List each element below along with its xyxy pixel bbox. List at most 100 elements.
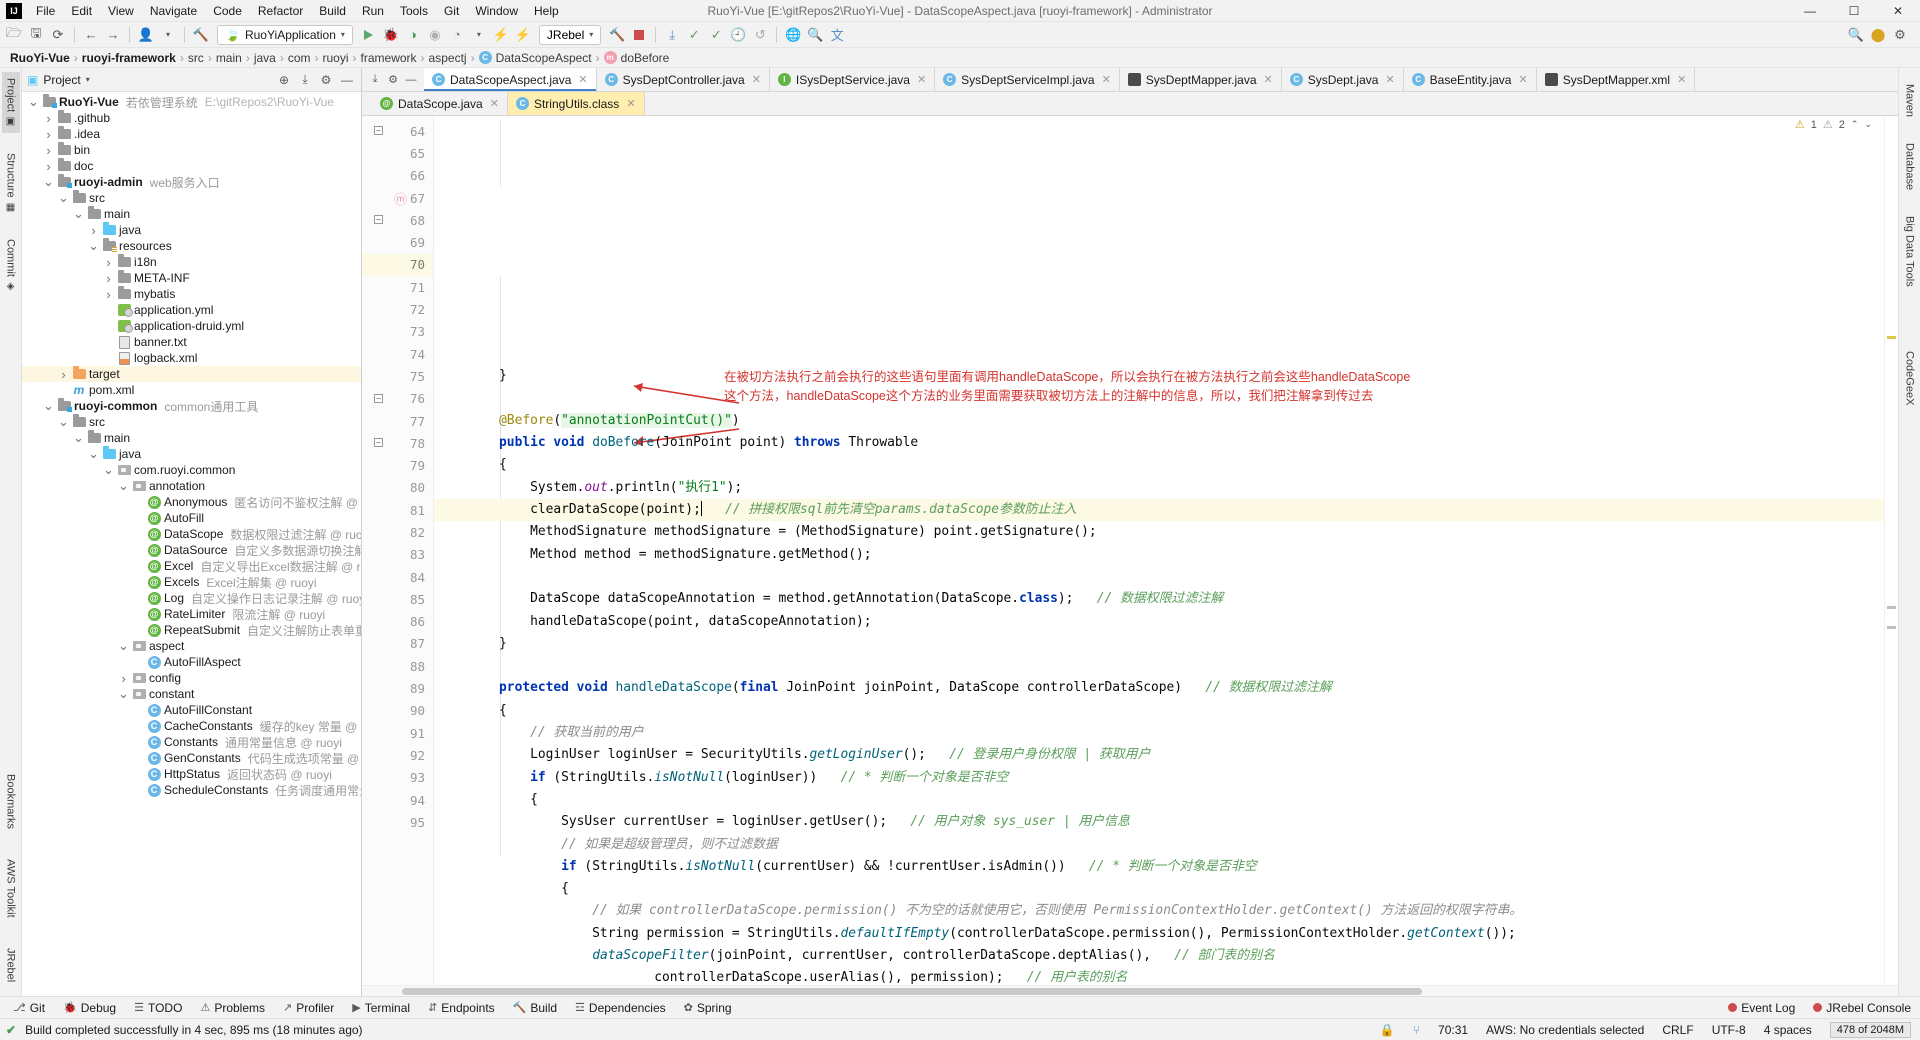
memory-indicator[interactable]: 478 of 2048M <box>1821 1021 1920 1038</box>
tree-node[interactable]: @ Excels Excel注解集 @ ruoyi <box>22 574 361 590</box>
bottom-tool-terminal[interactable]: ▶ Terminal <box>343 999 419 1017</box>
commit-icon[interactable]: ✓ <box>684 25 704 45</box>
hide-icon[interactable]: — <box>338 71 356 89</box>
gutter-line[interactable]: 69 <box>362 231 433 253</box>
chevron-down-icon[interactable]: ⌄ <box>43 175 54 188</box>
tree-node[interactable]: › .github <box>22 110 361 126</box>
code-line[interactable]: { <box>434 454 1884 476</box>
chevron-right-icon[interactable]: › <box>43 159 54 174</box>
gutter-line[interactable]: 66 <box>362 165 433 187</box>
bottom-tool-endpoints[interactable]: ⇵ Endpoints <box>419 999 504 1017</box>
tree-node[interactable]: m pom.xml <box>22 382 361 398</box>
editor-tab[interactable]: SysDeptMapper.java ✕ <box>1119 68 1282 91</box>
forward-arrow-icon[interactable]: → <box>103 25 123 45</box>
menu-git[interactable]: Git <box>436 2 467 20</box>
chevron-right-icon[interactable]: › <box>118 671 129 686</box>
code-fold-toggle[interactable]: − <box>374 438 383 448</box>
tree-node[interactable]: ⌄ aspect <box>22 638 361 654</box>
bottom-tool-event-log[interactable]: Event Log <box>1719 999 1804 1017</box>
code-line[interactable]: // 如果 controllerDataScope.permission() 不… <box>434 900 1884 922</box>
code-line[interactable]: dataScopeFilter(joinPoint, currentUser, … <box>434 945 1884 967</box>
close-button[interactable]: ✕ <box>1876 0 1920 22</box>
attach-icon[interactable]: 🔨 <box>607 25 627 45</box>
run-configuration-selector[interactable]: 🍃 RuoYiApplication ▾ <box>217 24 353 45</box>
tree-node[interactable]: ⌄ annotation <box>22 478 361 494</box>
tree-node[interactable]: C Constants 通用常量信息 @ ruoyi <box>22 734 361 750</box>
gutter-line[interactable]: 86 <box>362 611 433 633</box>
menu-file[interactable]: File <box>28 2 63 20</box>
bottom-tool-todo[interactable]: ☰ TODO <box>125 999 191 1017</box>
sidebar-item-aws-toolkit[interactable]: AWS Toolkit <box>2 853 20 924</box>
bottom-tool-spring[interactable]: ✿ Spring <box>675 999 741 1017</box>
close-tab-icon[interactable]: ✕ <box>1102 73 1111 86</box>
bottom-tool-problems[interactable]: ⚠ Problems <box>191 999 274 1017</box>
notifications-icon[interactable]: ⬤ <box>1868 25 1888 45</box>
tree-node[interactable]: @ RateLimiter 限流注解 @ ruoyi <box>22 606 361 622</box>
gutter-line[interactable]: 79 <box>362 454 433 476</box>
collapse-icon[interactable]: ⤓ <box>367 72 383 88</box>
tree-node[interactable]: › i18n <box>22 254 361 270</box>
tree-node[interactable]: › java <box>22 222 361 238</box>
horizontal-scrollbar[interactable] <box>362 985 1898 996</box>
code-line[interactable]: if (StringUtils.isNotNull(currentUser) &… <box>434 856 1884 878</box>
bottom-tool-debug[interactable]: 🐞 Debug <box>54 999 125 1017</box>
indent-setting[interactable]: 4 spaces <box>1755 1023 1821 1037</box>
editor-tab[interactable]: C BaseEntity.java ✕ <box>1403 68 1537 91</box>
chevron-down-icon[interactable]: ⌄ <box>88 447 99 460</box>
search-everywhere-icon[interactable]: 🔍 <box>1846 25 1866 45</box>
gutter-line[interactable]: 71 <box>362 276 433 298</box>
breadcrumb-item-main[interactable]: main <box>212 51 246 65</box>
close-tab-icon[interactable]: ✕ <box>1385 73 1394 86</box>
chevron-down-icon[interactable]: ▾ <box>158 25 178 45</box>
stop-icon[interactable] <box>629 25 649 45</box>
tree-node[interactable]: C AutoFillConstant <box>22 702 361 718</box>
tree-node[interactable]: @ DataScope 数据权限过滤注解 @ ruoyi <box>22 526 361 542</box>
chevron-down-icon[interactable]: ⌄ <box>58 191 69 204</box>
breadcrumb-item-java[interactable]: java <box>250 51 280 65</box>
editor-tab[interactable]: SysDeptMapper.xml ✕ <box>1536 68 1696 91</box>
jrebel-debug-icon[interactable]: ⚡ <box>513 25 533 45</box>
aws-status[interactable]: AWS: No credentials selected <box>1477 1023 1653 1037</box>
code-line[interactable]: MethodSignature methodSignature = (Metho… <box>434 521 1884 543</box>
gutter-line[interactable]: 77 <box>362 410 433 432</box>
gutter-line[interactable]: 93 <box>362 767 433 789</box>
gutter-line[interactable]: 76 <box>362 388 433 410</box>
stripe-weak-mark[interactable] <box>1887 606 1896 609</box>
maximize-button[interactable]: ☐ <box>1832 0 1876 22</box>
breadcrumb-item-ruoyi-framework[interactable]: ruoyi-framework <box>78 51 180 65</box>
stripe-weak-mark[interactable] <box>1887 626 1896 629</box>
chevron-down-icon[interactable]: ⌄ <box>1864 119 1872 130</box>
tree-node[interactable]: CScheduleConstants 任务调度通用常量 @ ruoyi <box>22 782 361 798</box>
close-tab-icon[interactable]: ✕ <box>490 97 499 110</box>
debug-icon[interactable]: 🐞 <box>381 25 401 45</box>
caret-position[interactable]: 70:31 <box>1429 1023 1477 1037</box>
menu-navigate[interactable]: Navigate <box>142 2 205 20</box>
chevron-down-icon[interactable]: ⌄ <box>28 95 39 108</box>
menu-view[interactable]: View <box>100 2 142 20</box>
breadcrumb-item-ruoyi[interactable]: ruoyi <box>319 51 353 65</box>
code-line[interactable]: DataScope dataScopeAnnotation = method.g… <box>434 588 1884 610</box>
close-tab-icon[interactable]: ✕ <box>578 73 587 86</box>
code-line[interactable]: clearDataScope(point); // 拼接权限sql前先清空par… <box>434 499 1884 522</box>
menu-code[interactable]: Code <box>205 2 250 20</box>
editor-code[interactable]: 在被切方法执行之前会执行的这些语句里面有调用handleDataScope，所以… <box>434 116 1884 985</box>
tree-node[interactable]: › doc <box>22 158 361 174</box>
gutter-line[interactable]: 80 <box>362 477 433 499</box>
gutter-line[interactable]: 94 <box>362 789 433 811</box>
minimize-button[interactable]: — <box>1788 0 1832 22</box>
tree-node[interactable]: › META-INF <box>22 270 361 286</box>
menu-refactor[interactable]: Refactor <box>250 2 311 20</box>
chevron-down-icon[interactable]: ⌄ <box>118 479 129 492</box>
breadcrumb-item-datascopeaspect[interactable]: C DataScopeAspect <box>475 51 596 65</box>
menu-help[interactable]: Help <box>526 2 567 20</box>
tree-node[interactable]: › target <box>22 366 361 382</box>
tree-node[interactable]: CCacheConstants 缓存的key 常量 @ ruoyi <box>22 718 361 734</box>
lock-icon[interactable]: 🔒 <box>1371 1023 1404 1037</box>
inspection-widget[interactable]: ⚠ 1 ⚠ 2 ⌃ ⌄ <box>1795 118 1872 132</box>
gutter-line[interactable]: 83 <box>362 544 433 566</box>
translate-icon[interactable]: 文 <box>827 25 847 45</box>
bottom-tool-dependencies[interactable]: ☲ Dependencies <box>566 999 675 1017</box>
profile-icon[interactable]: 👤 <box>136 25 156 45</box>
menu-window[interactable]: Window <box>467 2 526 20</box>
close-tab-icon[interactable]: ✕ <box>1518 73 1527 86</box>
